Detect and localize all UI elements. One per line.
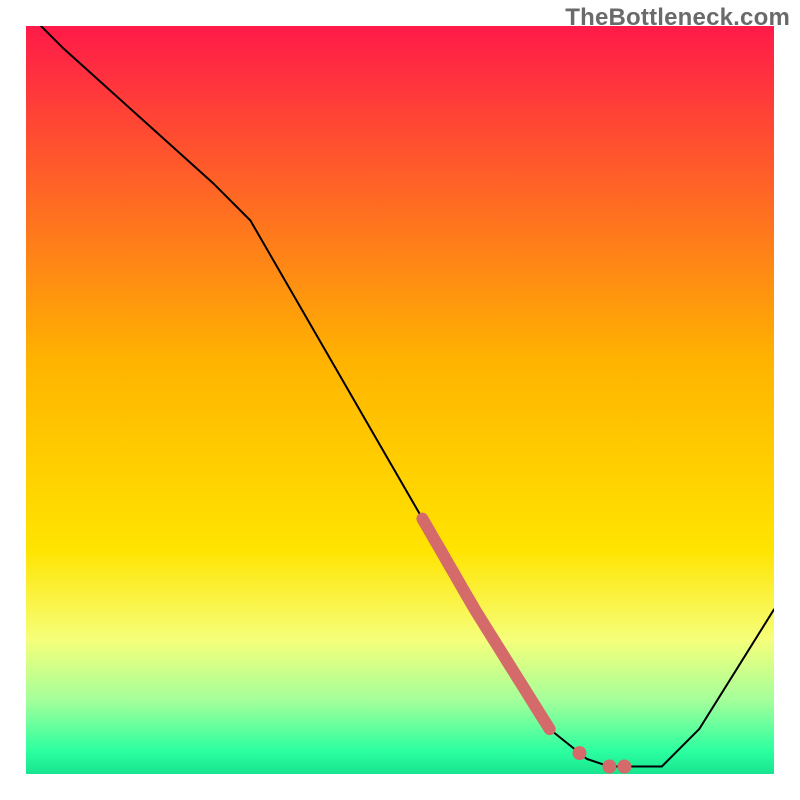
chart-container: TheBottleneck.com xyxy=(0,0,800,800)
plot-svg xyxy=(0,0,800,800)
watermark-label: TheBottleneck.com xyxy=(565,4,790,32)
gradient-background xyxy=(26,26,774,774)
highlight-dot xyxy=(602,760,616,774)
highlight-dot xyxy=(617,760,631,774)
highlight-dot xyxy=(573,746,587,760)
